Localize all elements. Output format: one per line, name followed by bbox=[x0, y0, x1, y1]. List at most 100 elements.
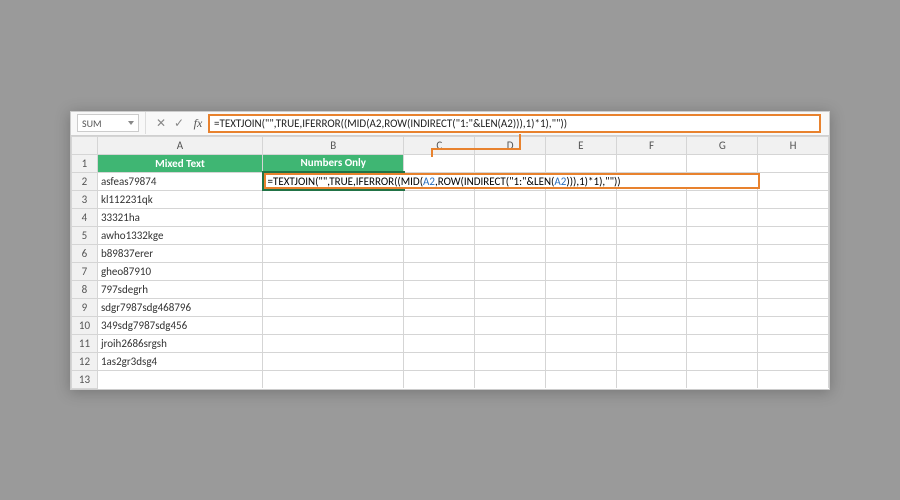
cell[interactable] bbox=[616, 226, 687, 244]
cell[interactable] bbox=[616, 334, 687, 352]
cell[interactable] bbox=[687, 334, 758, 352]
cell[interactable] bbox=[404, 280, 475, 298]
cell[interactable]: jroih2686srgsh bbox=[97, 334, 262, 352]
cell[interactable] bbox=[475, 370, 546, 388]
cell[interactable] bbox=[545, 316, 616, 334]
cell[interactable]: 797sdegrh bbox=[97, 280, 262, 298]
cell[interactable] bbox=[616, 208, 687, 226]
cell[interactable] bbox=[545, 352, 616, 370]
col-header-A[interactable]: A bbox=[97, 136, 262, 154]
cell[interactable] bbox=[404, 334, 475, 352]
cell[interactable] bbox=[263, 190, 404, 208]
cell[interactable] bbox=[616, 244, 687, 262]
cell[interactable] bbox=[475, 298, 546, 316]
col-header-H[interactable]: H bbox=[758, 136, 829, 154]
cell[interactable] bbox=[404, 226, 475, 244]
cell[interactable] bbox=[404, 298, 475, 316]
cell[interactable] bbox=[545, 226, 616, 244]
cell[interactable]: sdgr7987sdg468796 bbox=[97, 298, 262, 316]
cell[interactable] bbox=[687, 352, 758, 370]
cell[interactable] bbox=[687, 154, 758, 172]
cell[interactable] bbox=[263, 244, 404, 262]
cell[interactable] bbox=[263, 226, 404, 244]
cell[interactable] bbox=[545, 280, 616, 298]
row-header[interactable]: 9 bbox=[72, 298, 98, 316]
cell[interactable] bbox=[545, 370, 616, 388]
cell[interactable] bbox=[758, 280, 829, 298]
col-header-E[interactable]: E bbox=[545, 136, 616, 154]
cell[interactable] bbox=[687, 190, 758, 208]
cell[interactable] bbox=[758, 208, 829, 226]
cell[interactable]: gheo87910 bbox=[97, 262, 262, 280]
fx-icon[interactable]: fx bbox=[188, 116, 208, 131]
cell[interactable] bbox=[404, 154, 475, 172]
cell[interactable] bbox=[687, 262, 758, 280]
cell[interactable] bbox=[758, 262, 829, 280]
formula-input[interactable]: =TEXTJOIN("",TRUE,IFERROR((MID(A2,ROW(IN… bbox=[208, 114, 821, 133]
cell[interactable] bbox=[404, 352, 475, 370]
cell[interactable] bbox=[263, 280, 404, 298]
cell[interactable] bbox=[263, 334, 404, 352]
cell[interactable]: 33321ha bbox=[97, 208, 262, 226]
cell[interactable] bbox=[616, 154, 687, 172]
cell[interactable]: b89837erer bbox=[97, 244, 262, 262]
cell-A2[interactable]: asfeas79874 bbox=[97, 172, 262, 190]
cell[interactable] bbox=[475, 226, 546, 244]
cell[interactable] bbox=[263, 262, 404, 280]
row-header[interactable]: 3 bbox=[72, 190, 98, 208]
cell[interactable] bbox=[616, 316, 687, 334]
select-all-corner[interactable] bbox=[72, 136, 98, 154]
cell[interactable] bbox=[687, 226, 758, 244]
cell[interactable] bbox=[758, 316, 829, 334]
cell[interactable] bbox=[687, 208, 758, 226]
cell[interactable] bbox=[97, 370, 262, 388]
cell[interactable] bbox=[616, 298, 687, 316]
cell[interactable] bbox=[475, 316, 546, 334]
row-header[interactable]: 5 bbox=[72, 226, 98, 244]
col-header-G[interactable]: G bbox=[687, 136, 758, 154]
cell[interactable] bbox=[475, 280, 546, 298]
cell[interactable] bbox=[758, 154, 829, 172]
cell[interactable] bbox=[616, 280, 687, 298]
row-header[interactable]: 2 bbox=[72, 172, 98, 190]
cell[interactable] bbox=[475, 154, 546, 172]
cell[interactable] bbox=[616, 262, 687, 280]
cell[interactable] bbox=[475, 208, 546, 226]
cell[interactable] bbox=[263, 298, 404, 316]
cell[interactable] bbox=[404, 262, 475, 280]
cell[interactable]: 349sdg7987sdg456 bbox=[97, 316, 262, 334]
cell[interactable] bbox=[758, 334, 829, 352]
cell[interactable] bbox=[545, 244, 616, 262]
cell[interactable] bbox=[616, 190, 687, 208]
cell[interactable]: awho1332kge bbox=[97, 226, 262, 244]
row-header[interactable]: 7 bbox=[72, 262, 98, 280]
cell[interactable] bbox=[404, 190, 475, 208]
cell[interactable] bbox=[545, 190, 616, 208]
row-header[interactable]: 13 bbox=[72, 370, 98, 388]
cell[interactable] bbox=[545, 298, 616, 316]
cell[interactable] bbox=[475, 352, 546, 370]
col-header-C[interactable]: C bbox=[404, 136, 475, 154]
cell[interactable] bbox=[758, 190, 829, 208]
cell[interactable] bbox=[687, 280, 758, 298]
header-numbers-only[interactable]: Numbers Only bbox=[263, 154, 404, 172]
cell[interactable] bbox=[758, 298, 829, 316]
cell[interactable] bbox=[404, 370, 475, 388]
cell[interactable] bbox=[404, 208, 475, 226]
cell[interactable] bbox=[758, 244, 829, 262]
row-header[interactable]: 4 bbox=[72, 208, 98, 226]
col-header-D[interactable]: D bbox=[475, 136, 546, 154]
name-box[interactable]: SUM bbox=[77, 114, 139, 132]
row-header[interactable]: 6 bbox=[72, 244, 98, 262]
enter-icon[interactable]: ✓ bbox=[170, 114, 188, 132]
cell[interactable] bbox=[687, 370, 758, 388]
row-header[interactable]: 11 bbox=[72, 334, 98, 352]
row-header[interactable]: 8 bbox=[72, 280, 98, 298]
cell[interactable] bbox=[475, 190, 546, 208]
cell[interactable] bbox=[616, 370, 687, 388]
cell[interactable]: kl112231qk bbox=[97, 190, 262, 208]
cell[interactable] bbox=[758, 370, 829, 388]
cell[interactable] bbox=[687, 316, 758, 334]
cell[interactable] bbox=[687, 244, 758, 262]
cell[interactable] bbox=[475, 262, 546, 280]
